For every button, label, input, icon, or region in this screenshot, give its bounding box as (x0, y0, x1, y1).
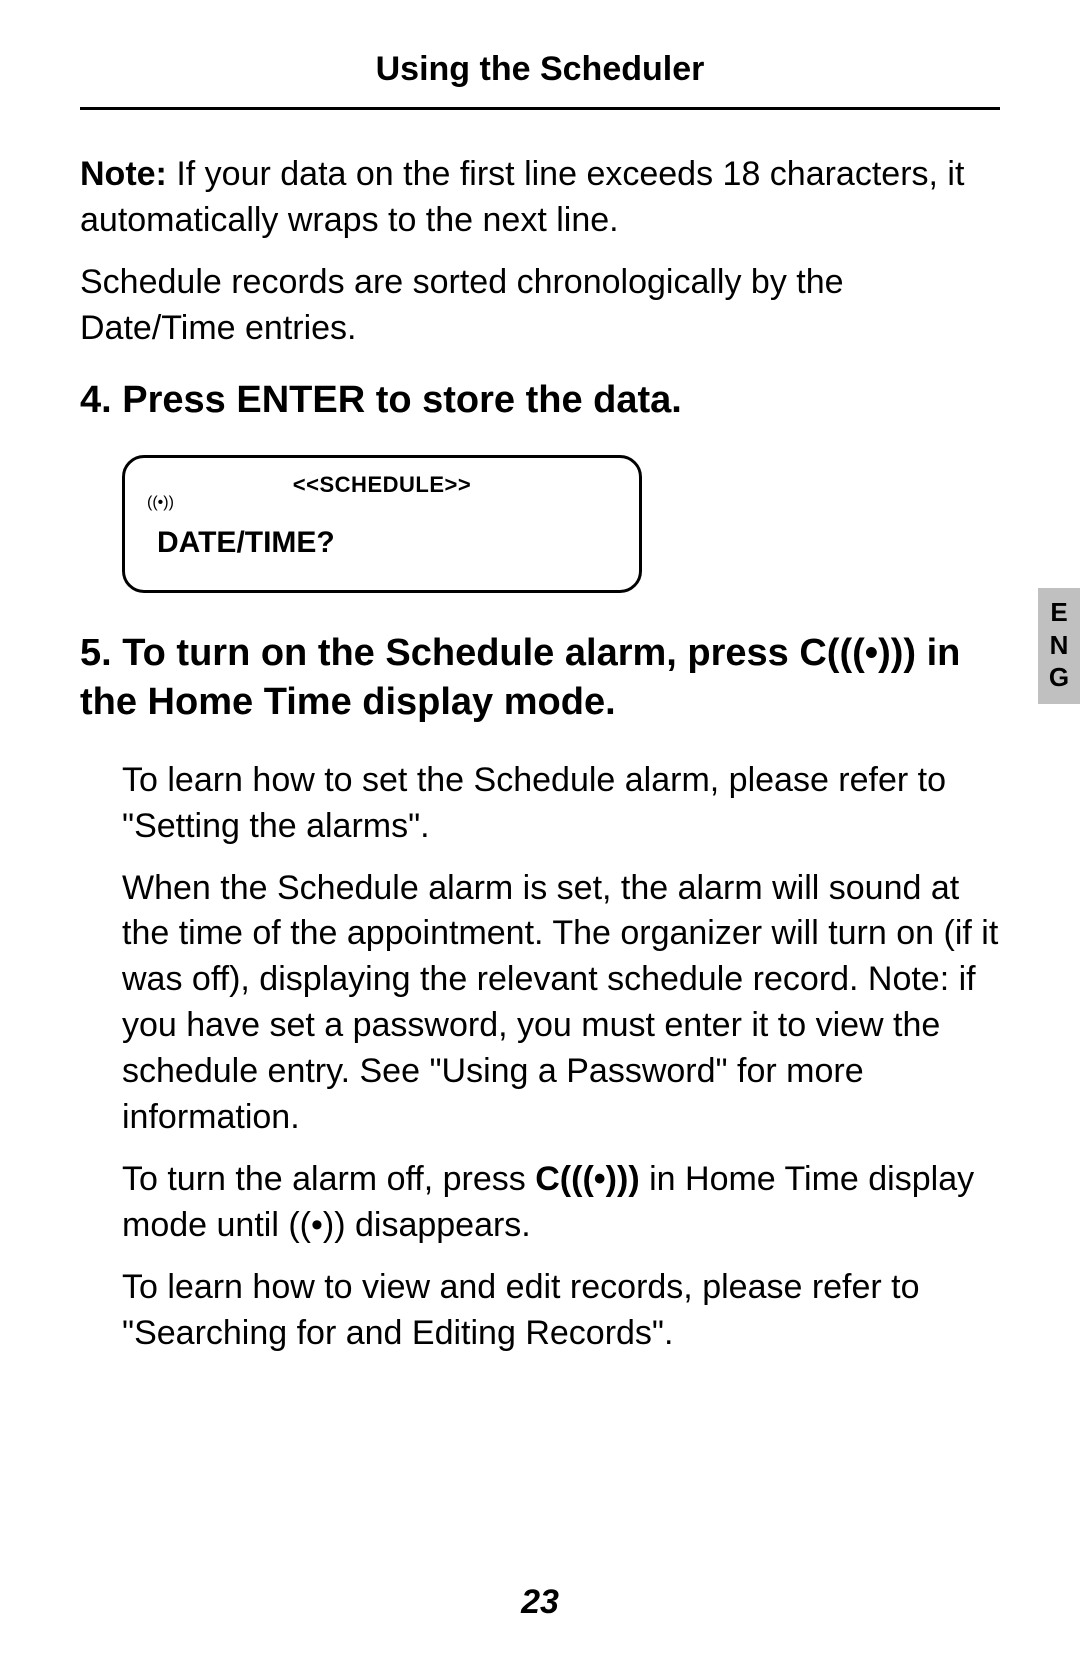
lcd-prompt: DATE/TIME? (157, 526, 617, 560)
step-5-heading: 5. To turn on the Schedule alarm, press … (80, 629, 1000, 728)
alarm-icon: ((•)) (571, 1160, 628, 1198)
sort-paragraph: Schedule records are sorted chronologica… (80, 260, 1000, 352)
alarm-icon: ((•)) (839, 632, 903, 674)
page-header: Using the Scheduler (80, 50, 1000, 110)
lang-e: E (1038, 596, 1080, 629)
step-5-heading-a: 5. To turn on the Schedule alarm, press … (80, 632, 839, 674)
step-5-para-4: To learn how to view and edit records, p… (122, 1265, 1000, 1357)
page-number: 23 (0, 1583, 1080, 1622)
step-5-para-3: To turn the alarm off, press C(((•))) in… (122, 1157, 1000, 1249)
note-text: If your data on the first line exceeds 1… (80, 155, 964, 239)
p3-e: disappears. (346, 1206, 531, 1244)
lang-n: N (1038, 629, 1080, 662)
lang-g: G (1038, 661, 1080, 694)
note-prefix: Note: (80, 155, 167, 193)
step-5-para-1: To learn how to set the Schedule alarm, … (122, 758, 1000, 850)
p3-b: C( (535, 1160, 571, 1198)
language-tab: E N G (1038, 588, 1080, 704)
step-5-body: To learn how to set the Schedule alarm, … (80, 758, 1000, 1357)
note-paragraph: Note: If your data on the first line exc… (80, 152, 1000, 244)
step-5-para-2: When the Schedule alarm is set, the alar… (122, 866, 1000, 1141)
alarm-icon: ((•)) (288, 1206, 345, 1244)
lcd-screen: <<SCHEDULE>> ((•)) DATE/TIME? (122, 455, 642, 593)
p3-a: To turn the alarm off, press (122, 1160, 535, 1198)
step-4-heading: 4. Press ENTER to store the data. (80, 376, 1000, 425)
p3-c: ) (628, 1160, 639, 1198)
